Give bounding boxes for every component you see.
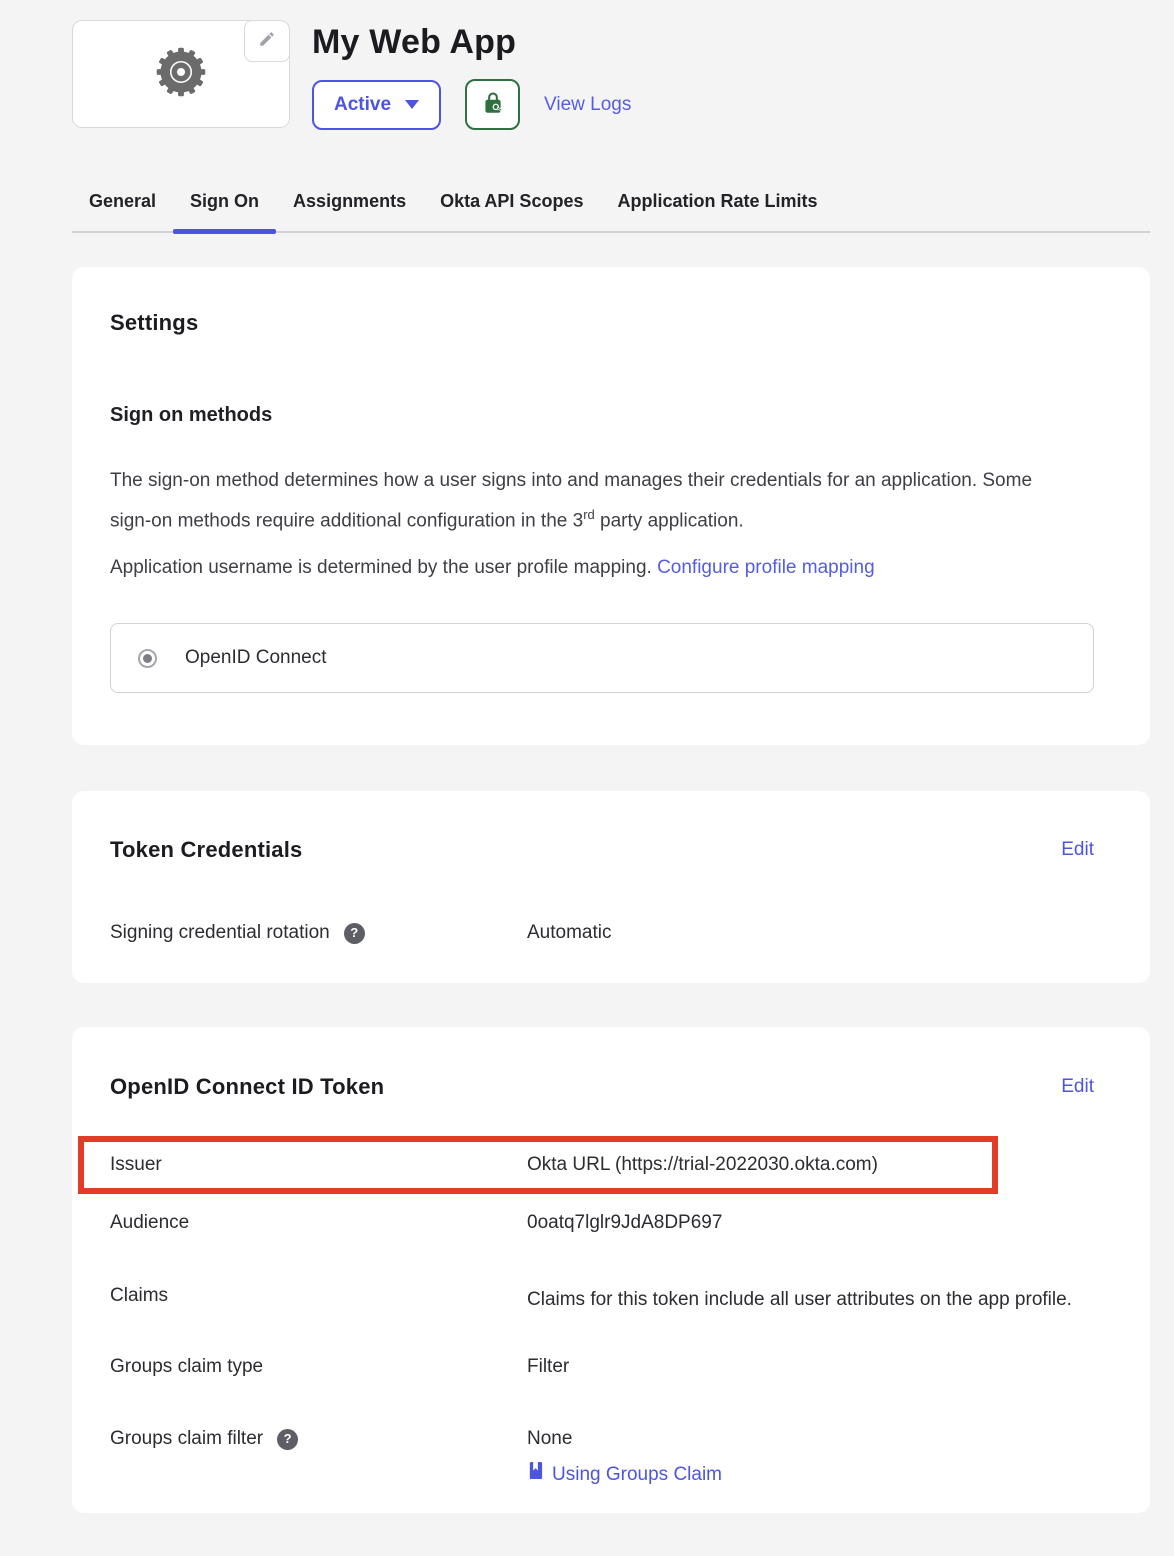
lock-key-icon [480, 90, 506, 119]
app-page: My Web App Active View Logs [0, 0, 1174, 1513]
groups-claim-type-row: Groups claim type Filter [110, 1353, 1094, 1381]
status-dropdown[interactable]: Active [312, 80, 441, 130]
settings-title: Settings [110, 309, 1094, 337]
issuer-label: Issuer [110, 1151, 162, 1179]
sign-on-methods-description: The sign-on method determines how a user… [110, 464, 1055, 538]
gear-icon [154, 45, 208, 104]
radio-selected-icon[interactable] [138, 649, 157, 668]
issuer-row: Issuer Okta URL (https://trial-2022030.o… [110, 1151, 992, 1179]
claims-row: Claims Claims for this token include all… [110, 1282, 1094, 1318]
book-icon [527, 1461, 544, 1489]
tab-okta-api-scopes[interactable]: Okta API Scopes [423, 187, 600, 231]
username-mapping-text: Application username is determined by th… [110, 554, 1094, 582]
tab-assignments[interactable]: Assignments [276, 187, 423, 231]
tab-bar: General Sign On Assignments Okta API Sco… [72, 187, 1150, 233]
view-logs-link[interactable]: View Logs [544, 94, 631, 116]
lock-button[interactable] [465, 79, 520, 130]
id-token-card: OpenID Connect ID Token Edit Issuer Okta… [72, 1027, 1150, 1513]
token-credentials-edit-link[interactable]: Edit [1061, 836, 1094, 864]
username-text: Application username is determined by th… [110, 557, 657, 578]
pencil-icon [258, 30, 276, 53]
signing-credential-rotation-value: Automatic [527, 919, 611, 947]
token-credentials-title: Token Credentials [110, 836, 302, 864]
signing-credential-rotation-row: Signing credential rotation ? Automatic [110, 919, 1094, 947]
using-groups-claim-link[interactable]: Using Groups Claim [552, 1461, 722, 1489]
sign-on-method-option[interactable]: OpenID Connect [110, 623, 1094, 693]
audience-value: 0oatq7lglr9JdA8DP697 [527, 1209, 722, 1237]
groups-claim-type-value: Filter [527, 1353, 569, 1381]
description-tail: party application. [595, 510, 744, 531]
issuer-value: Okta URL (https://trial-2022030.okta.com… [527, 1151, 878, 1179]
groups-claim-filter-row: Groups claim filter ? None Using Groups … [110, 1425, 1094, 1489]
sign-on-methods-heading: Sign on methods [110, 401, 1094, 429]
token-credentials-card: Token Credentials Edit Signing credentia… [72, 791, 1150, 983]
signing-credential-rotation-label: Signing credential rotation [110, 919, 330, 947]
tab-application-rate-limits[interactable]: Application Rate Limits [600, 187, 834, 231]
claims-value: Claims for this token include all user a… [527, 1282, 1072, 1318]
id-token-title: OpenID Connect ID Token [110, 1073, 384, 1101]
question-mark-icon[interactable]: ? [277, 1429, 298, 1450]
claims-label: Claims [110, 1282, 168, 1310]
method-label: OpenID Connect [185, 647, 327, 669]
header-actions: Active View Logs [312, 79, 631, 130]
audience-label: Audience [110, 1209, 189, 1237]
groups-claim-filter-label: Groups claim filter [110, 1425, 263, 1453]
configure-profile-mapping-link[interactable]: Configure profile mapping [657, 557, 875, 578]
issuer-row-highlighted: Issuer Okta URL (https://trial-2022030.o… [78, 1136, 998, 1194]
ordinal-suffix: rd [583, 507, 595, 522]
page-title: My Web App [312, 22, 631, 62]
tab-sign-on[interactable]: Sign On [173, 187, 276, 231]
settings-card: Settings Sign on methods The sign-on met… [72, 267, 1150, 745]
tab-general[interactable]: General [72, 187, 173, 231]
description-text: The sign-on method determines how a user… [110, 470, 1032, 531]
groups-claim-filter-value: None [527, 1425, 722, 1453]
audience-row: Audience 0oatq7lglr9JdA8DP697 [110, 1209, 1094, 1237]
groups-claim-type-label: Groups claim type [110, 1353, 263, 1381]
id-token-edit-link[interactable]: Edit [1061, 1073, 1094, 1101]
question-mark-icon[interactable]: ? [344, 923, 365, 944]
app-logo-card [72, 20, 290, 128]
edit-logo-button[interactable] [244, 20, 290, 62]
app-header-main: My Web App Active View Logs [312, 20, 631, 130]
app-header: My Web App Active View Logs [72, 20, 1150, 130]
chevron-down-icon [405, 100, 419, 109]
status-label: Active [334, 94, 391, 116]
